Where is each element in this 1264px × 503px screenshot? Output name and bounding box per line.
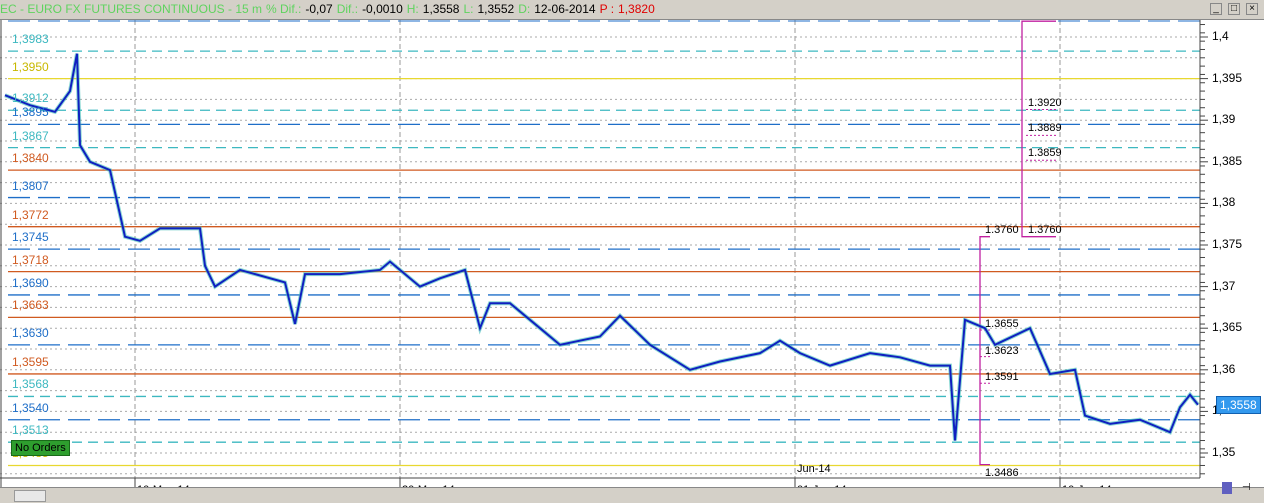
level-label: 1,3718 xyxy=(12,252,49,267)
no-orders-badge[interactable]: No Orders xyxy=(11,440,70,456)
price-axis-label: 1,375 xyxy=(1212,237,1243,251)
level-label: 1,3690 xyxy=(12,275,49,290)
level-label: 1,3663 xyxy=(12,298,49,313)
price-series-shadow xyxy=(4,53,1200,441)
level-label: 1,3807 xyxy=(12,178,49,193)
level-label: 1,3895 xyxy=(12,105,49,120)
maximize-button[interactable]: □ xyxy=(1228,3,1240,15)
level-label: 1,3630 xyxy=(12,325,49,340)
price-axis-label: 1,38 xyxy=(1212,195,1236,210)
fib-level-label: 1.3760 xyxy=(1028,223,1062,236)
price-chart[interactable] xyxy=(0,0,1264,502)
pct-dif-label: % Dif.: xyxy=(266,2,302,16)
dif-value: -0,0010 xyxy=(362,2,403,16)
date-label: D: xyxy=(518,2,531,16)
chart-header: EC - EURO FX FUTURES CONTINUOUS - 15 m% … xyxy=(0,0,1264,20)
instrument-title: EC - EURO FX FUTURES CONTINUOUS - 15 m xyxy=(0,2,263,16)
last-price-tag: 1,3558 xyxy=(1216,396,1261,414)
horizontal-scrollbar[interactable] xyxy=(14,490,46,502)
price-value: 1,3820 xyxy=(618,2,655,16)
fib-level-label: 1.3655 xyxy=(985,318,1019,331)
fib-level-label: 1.3486 xyxy=(985,466,1019,479)
bottom-toolbar: ⊣ xyxy=(0,482,1264,503)
axis-ticks xyxy=(134,15,1208,490)
pin-icon[interactable]: ⊣ xyxy=(1242,482,1251,493)
pct-dif-value: -0,07 xyxy=(305,2,333,16)
save-icon[interactable] xyxy=(1222,482,1232,494)
level-label: 1,3983 xyxy=(12,32,49,47)
date-value: 12-06-2014 xyxy=(534,2,596,16)
level-label: 1,3595 xyxy=(12,354,49,369)
price-axis-label: 1,395 xyxy=(1212,70,1243,85)
fib-level-label: 1.3859 xyxy=(1028,147,1062,160)
price-series-line xyxy=(4,53,1199,441)
date-label: Jun-14 xyxy=(797,463,831,475)
level-label: 1,3950 xyxy=(12,59,49,74)
fibonacci-tools[interactable] xyxy=(979,20,1056,466)
close-button[interactable]: × xyxy=(1246,3,1258,15)
fib-level-label: 1.3920 xyxy=(1028,96,1062,109)
price-axis-label: 1,39 xyxy=(1212,112,1236,127)
price-axis-label: 1,35 xyxy=(1212,445,1236,459)
fib-level-label: 1.3889 xyxy=(1028,122,1062,135)
price-axis-label: 1,36 xyxy=(1212,361,1236,376)
level-label: 1,3568 xyxy=(12,377,49,392)
level-label: 1,3513 xyxy=(12,423,49,438)
level-label: 1,3772 xyxy=(12,207,49,222)
level-label: 1,3540 xyxy=(12,400,49,415)
level-label: 1,3840 xyxy=(12,151,49,166)
low-label: L: xyxy=(463,2,474,16)
level-label: 1,3912 xyxy=(12,91,49,106)
high-value: 1,3558 xyxy=(422,2,460,16)
minimize-button[interactable]: _ xyxy=(1210,3,1222,15)
level-label: 1,3745 xyxy=(12,230,49,245)
window-controls: _ □ × xyxy=(1210,3,1262,15)
fib-level-label: 1.3591 xyxy=(985,371,1019,384)
price-axis-label: 1,365 xyxy=(1212,320,1243,335)
level-lines xyxy=(8,20,1200,467)
price-axis-label: 1,37 xyxy=(1212,278,1236,293)
grid-lines xyxy=(0,15,1200,487)
low-value: 1,3552 xyxy=(477,2,515,16)
price-label: P : xyxy=(599,2,615,16)
level-label: 1,3867 xyxy=(12,128,49,143)
fib-level-label: 1.3623 xyxy=(985,344,1019,357)
high-label: H: xyxy=(406,2,419,16)
price-axis-label: 1,4 xyxy=(1212,29,1229,43)
price-axis-label: 1,385 xyxy=(1212,153,1243,168)
dif-label: Dif.: xyxy=(336,2,359,16)
fib-level-label: 1.3760 xyxy=(985,223,1019,236)
